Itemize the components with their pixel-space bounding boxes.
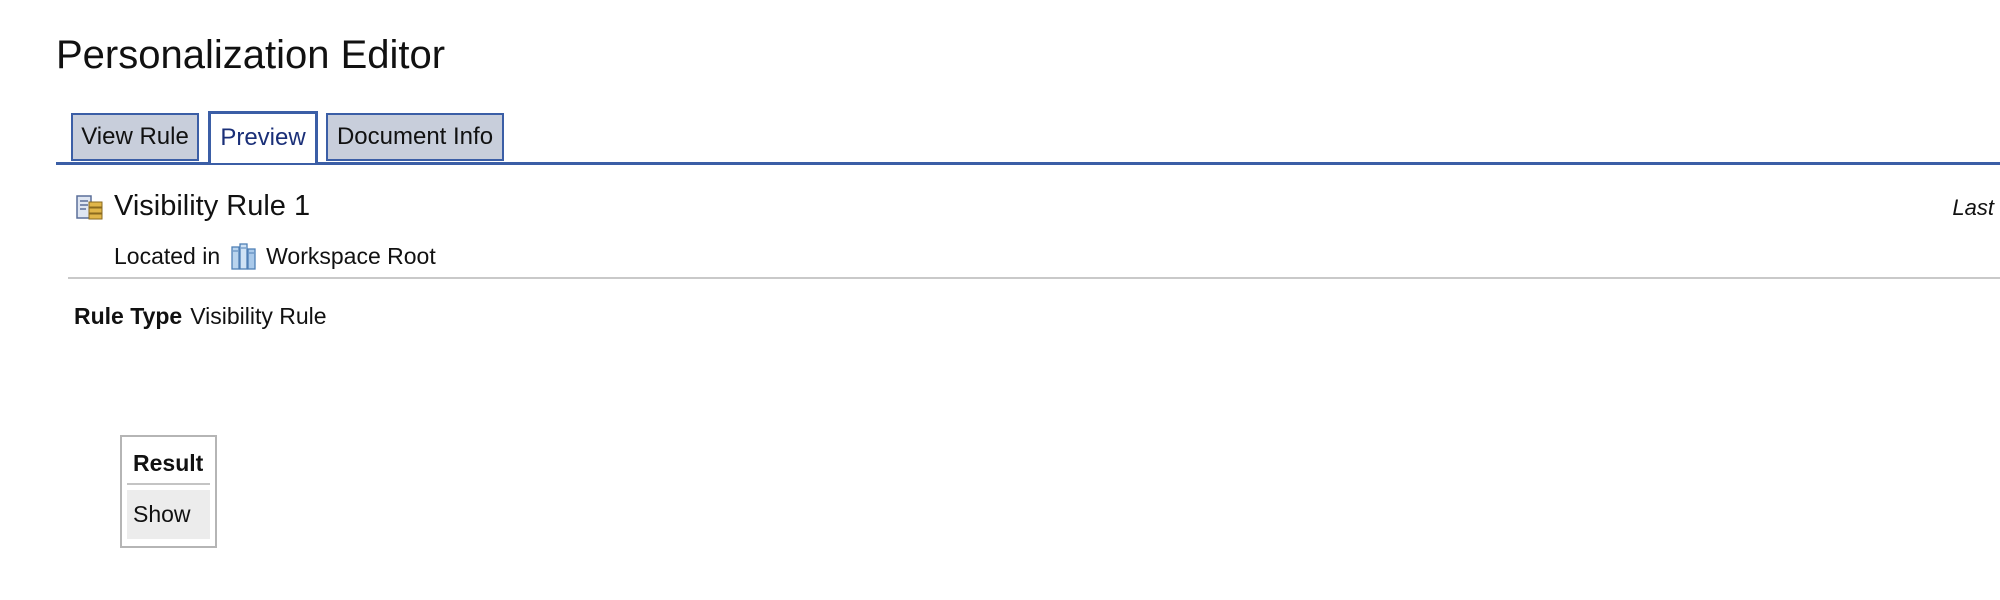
document-title: Visibility Rule 1: [114, 190, 311, 222]
rule-type-row: Rule Type Visibility Rule: [74, 298, 327, 334]
rule-type-value: Visibility Rule: [190, 303, 327, 329]
tab-view-rule[interactable]: View Rule: [71, 113, 199, 161]
rule-document-icon: [76, 194, 104, 222]
located-in-label: Located in: [114, 243, 221, 269]
document-header: Visibility Rule 1 Last Located in Worksp…: [68, 182, 2000, 282]
page-title: Personalization Editor: [56, 33, 446, 77]
personalization-editor-page: Personalization Editor View Rule Preview…: [0, 0, 2000, 600]
location-row: Located in Workspace Root: [114, 238, 436, 274]
last-modified-label: Last: [1952, 195, 1994, 220]
workspace-books-icon: [230, 241, 258, 271]
tab-strip: View Rule Preview Document Info: [56, 111, 2000, 165]
result-cell: Show: [127, 490, 210, 539]
tab-preview[interactable]: Preview: [208, 111, 318, 163]
result-column-header: Result: [127, 442, 210, 485]
rule-type-label: Rule Type: [74, 303, 183, 329]
tab-document-info[interactable]: Document Info: [326, 113, 504, 161]
workspace-root-link[interactable]: Workspace Root: [266, 243, 436, 269]
header-divider: [68, 277, 2000, 279]
tab-underline: [56, 162, 2000, 165]
result-table: Result Show: [120, 435, 217, 548]
